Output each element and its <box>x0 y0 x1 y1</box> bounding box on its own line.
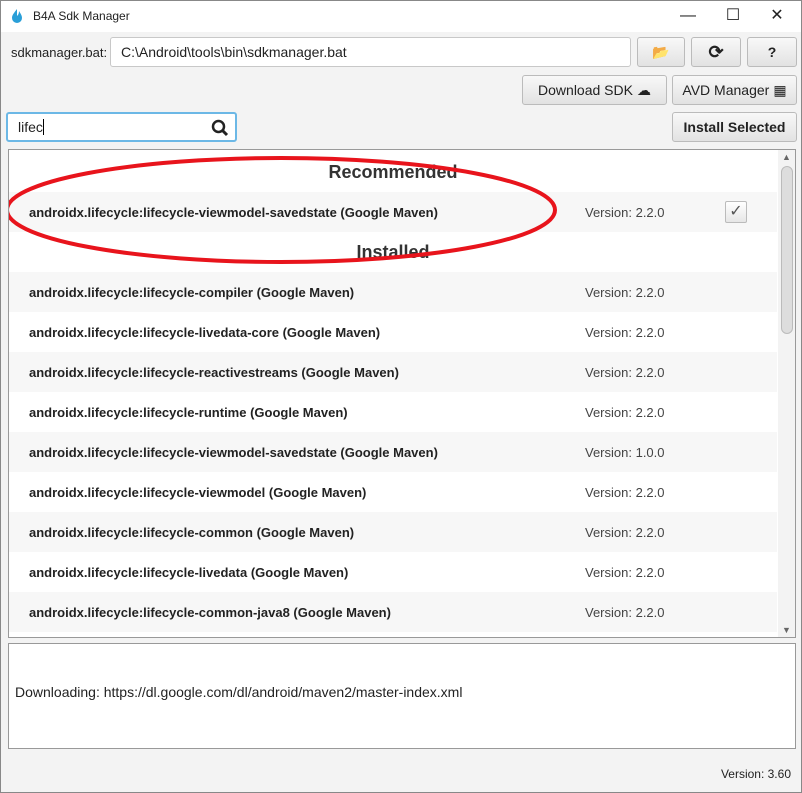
package-version: Version: 2.2.0 <box>585 364 665 380</box>
list-item[interactable]: androidx.lifecycle:lifecycle-viewmodel-s… <box>9 432 777 472</box>
avd-manager-button[interactable]: AVD Manager ▦ <box>672 75 797 105</box>
package-version: Version: 2.2.0 <box>585 324 665 340</box>
package-name: androidx.lifecycle:lifecycle-compiler (G… <box>29 284 355 300</box>
app-version: Version: 3.60 <box>720 767 791 781</box>
help-icon: ? <box>767 44 777 60</box>
list-item[interactable]: androidx.lifecycle:lifecycle-viewmodel (… <box>9 472 777 512</box>
window-title: B4A Sdk Manager <box>33 9 130 23</box>
list-item[interactable]: androidx.lifecycle:lifecycle-common (Goo… <box>9 512 777 552</box>
package-name: androidx.lifecycle:lifecycle-viewmodel-s… <box>29 444 438 460</box>
package-name: androidx.lifecycle:lifecycle-common (Goo… <box>29 524 355 540</box>
package-name: androidx.lifecycle:lifecycle-livedata-co… <box>29 324 381 340</box>
download-sdk-label: Download SDK <box>538 82 633 98</box>
browse-folder-button[interactable]: 📂 <box>637 37 685 67</box>
red-ellipse-annotation <box>9 156 557 264</box>
scrollbar-thumb[interactable] <box>781 166 793 334</box>
sdk-path-input[interactable]: C:\Android\tools\bin\sdkmanager.bat <box>110 37 631 67</box>
package-name: androidx.lifecycle:lifecycle-reactivestr… <box>29 364 399 380</box>
package-list: Recommended androidx.lifecycle:lifecycle… <box>8 149 796 638</box>
scroll-up-icon[interactable]: ▲ <box>782 152 791 162</box>
select-checkbox[interactable]: ✓ <box>725 201 747 223</box>
search-input[interactable]: lifec <box>6 112 237 142</box>
search-icon <box>211 119 229 137</box>
help-button[interactable]: ? <box>747 37 797 67</box>
package-version: Version: 2.2.0 <box>585 524 665 540</box>
install-selected-button[interactable]: Install Selected <box>672 112 797 142</box>
search-value: lifec <box>18 119 43 135</box>
list-item[interactable]: androidx.lifecycle:lifecycle-runtime (Go… <box>9 392 777 432</box>
close-button[interactable]: ✕ <box>762 5 792 27</box>
list-item[interactable]: androidx.lifecycle:lifecycle-livedata-co… <box>9 312 777 352</box>
minimize-button[interactable]: — <box>673 5 703 27</box>
package-version: Version: 2.2.0 <box>585 204 665 220</box>
log-panel: Downloading: https://dl.google.com/dl/an… <box>8 643 796 749</box>
package-name: androidx.lifecycle:lifecycle-runtime (Go… <box>29 404 348 420</box>
app-flame-icon <box>12 9 22 23</box>
cloud-download-icon: ☁ <box>636 81 651 98</box>
package-name: androidx.lifecycle:lifecycle-common-java… <box>29 604 391 620</box>
download-sdk-button[interactable]: Download SDK ☁ <box>522 75 667 105</box>
sdk-path-label: sdkmanager.bat: <box>11 45 108 60</box>
calculator-icon: ▦ <box>773 81 787 98</box>
list-item[interactable]: androidx.lifecycle:lifecycle-common-java… <box>9 592 777 632</box>
list-item[interactable]: androidx.lifecycle:lifecycle-livedata (G… <box>9 552 777 592</box>
title-bar: B4A Sdk Manager — ☐ ✕ <box>1 1 801 32</box>
package-version: Version: 2.2.0 <box>585 404 665 420</box>
maximize-button[interactable]: ☐ <box>718 5 748 27</box>
refresh-button[interactable]: ⟳ <box>691 37 741 67</box>
list-item[interactable]: androidx.lifecycle:lifecycle-reactivestr… <box>9 352 777 392</box>
folder-open-icon: 📂 <box>652 43 670 60</box>
package-name: androidx.lifecycle:lifecycle-livedata (G… <box>29 564 349 580</box>
avd-manager-label: AVD Manager <box>682 82 770 98</box>
package-version: Version: 2.2.0 <box>585 484 665 500</box>
package-version: Version: 2.2.0 <box>585 604 665 620</box>
package-version: Version: 2.2.0 <box>585 564 665 580</box>
package-version: Version: 2.2.0 <box>585 284 665 300</box>
list-item[interactable]: androidx.lifecycle:lifecycle-compiler (G… <box>9 272 777 312</box>
package-version: Version: 1.0.0 <box>585 444 665 460</box>
log-text: Downloading: https://dl.google.com/dl/an… <box>15 684 463 700</box>
package-name: androidx.lifecycle:lifecycle-viewmodel (… <box>29 484 367 500</box>
scrollbar[interactable]: ▲ ▼ <box>778 150 795 637</box>
refresh-icon: ⟳ <box>708 41 724 62</box>
scroll-down-icon[interactable]: ▼ <box>782 625 791 635</box>
